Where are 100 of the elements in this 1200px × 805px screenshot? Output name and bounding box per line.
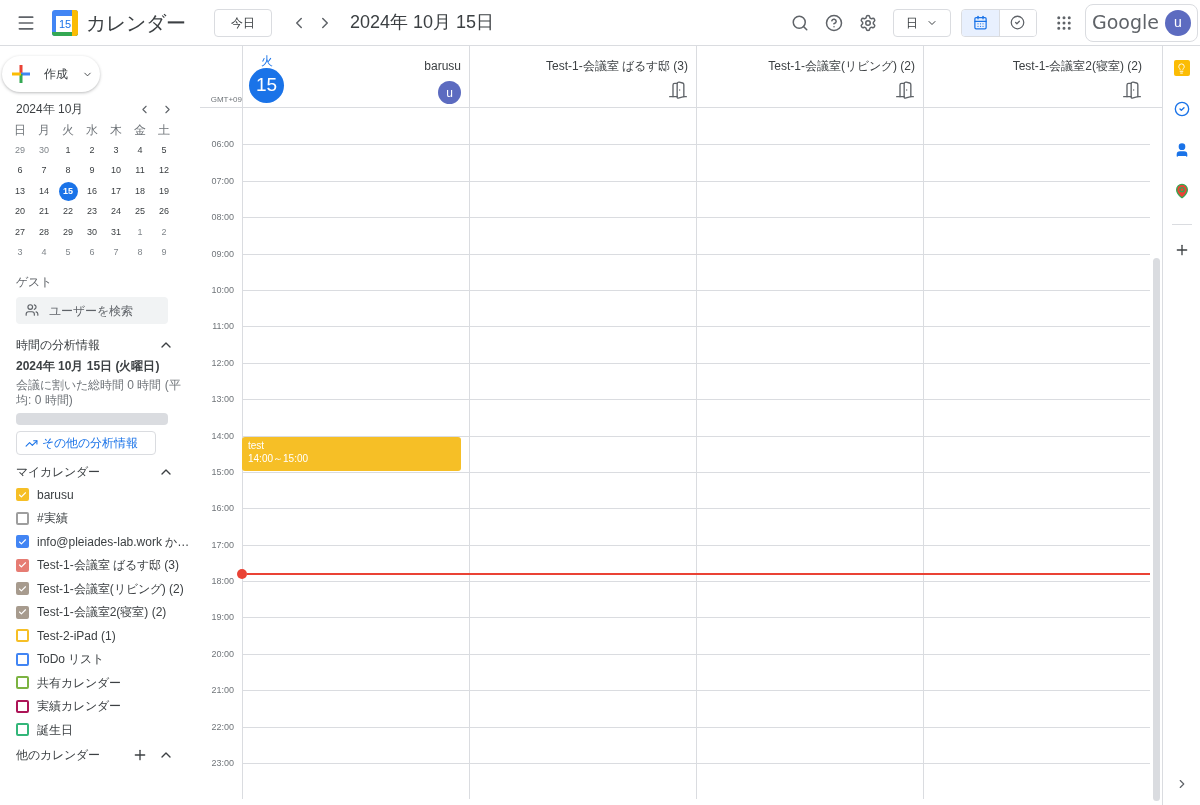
calendar-checkbox[interactable] (16, 723, 29, 737)
mini-calendar-day[interactable]: 7 (34, 161, 54, 181)
mini-calendar-day[interactable]: 25 (130, 202, 150, 222)
check-icon (18, 489, 27, 500)
plus-icon (12, 65, 30, 83)
tasks-app-icon[interactable] (1173, 101, 1190, 117)
calendar-name: 共有カレンダー (37, 674, 121, 692)
search-button[interactable] (791, 13, 809, 32)
account-button[interactable]: Google u (1085, 3, 1198, 42)
calendar-name: Test-1-会議室 ばるす邸 (3) (37, 557, 179, 575)
column-title: Test-1-会議室(リビング) (2) (768, 58, 915, 75)
mini-calendar-day[interactable]: 2 (154, 222, 174, 242)
hour-label: 06:00 (211, 138, 234, 152)
mini-calendar-day[interactable]: 11 (130, 161, 150, 181)
calendar-name: 実績カレンダー (37, 698, 121, 716)
calendar-checkbox[interactable] (16, 511, 29, 525)
weekday-label: 水 (86, 122, 98, 139)
weekday-label: 土 (158, 122, 170, 139)
check-icon (18, 607, 27, 618)
mini-calendar-day[interactable]: 19 (154, 181, 174, 201)
hour-label: 19:00 (211, 611, 234, 625)
mini-calendar-day[interactable]: 18 (130, 181, 150, 201)
scrollbar[interactable] (1152, 258, 1160, 801)
mini-calendar-day[interactable]: 14 (34, 181, 54, 201)
calendar-name: ToDo リスト (37, 651, 105, 669)
weekday-label: 火 (62, 122, 74, 139)
hour-label: 10:00 (211, 283, 234, 297)
hour-label: 08:00 (211, 211, 234, 225)
mini-calendar-day[interactable]: 3 (10, 243, 30, 263)
mini-calendar-day[interactable]: 8 (58, 161, 78, 181)
date-title: 2024年 10月 15日 (350, 11, 495, 34)
today-button[interactable]: 今日 (214, 8, 272, 37)
column-title: barusu (424, 58, 461, 75)
calendar-name: Test-1-会議室2(寝室) (2) (37, 604, 167, 622)
hour-label: 23:00 (211, 757, 234, 771)
calendar-checkbox[interactable] (16, 605, 29, 619)
mini-calendar-day[interactable]: 6 (82, 243, 102, 263)
mini-calendar-day[interactable]: 15 (58, 181, 78, 201)
calendar-name: Test-2-iPad (1) (37, 627, 116, 645)
hour-label: 16:00 (211, 502, 234, 516)
mini-calendar-day[interactable]: 22 (58, 202, 78, 222)
mini-calendar-day[interactable]: 3 (106, 140, 126, 160)
mini-calendar-day[interactable]: 1 (58, 140, 78, 160)
mini-calendar-day[interactable]: 26 (154, 202, 174, 222)
mini-calendar-day[interactable]: 29 (10, 140, 30, 160)
mini-calendar-day[interactable]: 9 (154, 243, 174, 263)
view-select[interactable]: 日 (893, 8, 951, 37)
calendar-checkbox[interactable] (16, 652, 29, 666)
mini-calendar-day[interactable]: 12 (154, 161, 174, 181)
mini-calendar-day[interactable]: 9 (82, 161, 102, 181)
calendar-checkbox[interactable] (16, 676, 29, 690)
mini-calendar-day[interactable]: 1 (130, 222, 150, 242)
event-title: test (248, 438, 266, 452)
mini-calendar-day[interactable]: 24 (106, 202, 126, 222)
people-icon (25, 303, 39, 317)
guests-heading: ゲスト (16, 274, 53, 291)
calendar-logo: 15 (52, 9, 78, 36)
mini-calendar-day[interactable]: 31 (106, 222, 126, 242)
mini-calendar-day[interactable]: 4 (34, 243, 54, 263)
mini-calendar-day[interactable]: 8 (130, 243, 150, 263)
calendar-name: Test-1-会議室(リビング) (2) (37, 580, 184, 598)
mini-calendar-day[interactable]: 5 (154, 140, 174, 160)
hour-label: 14:00 (211, 429, 234, 443)
mini-calendar-day[interactable]: 30 (34, 140, 54, 160)
door-icon (1122, 80, 1142, 100)
mini-calendar-day[interactable]: 13 (10, 181, 30, 201)
calendar-name: info@pleiades-lab.work か… (37, 533, 190, 551)
weekday-label: 日 (14, 122, 26, 139)
mini-calendar-day[interactable]: 27 (10, 222, 30, 242)
mini-calendar-day[interactable]: 29 (58, 222, 78, 242)
mini-calendar-day[interactable]: 17 (106, 181, 126, 201)
mini-calendar-day[interactable]: 28 (34, 222, 54, 242)
calendar-checkbox[interactable] (16, 582, 29, 596)
more-insights-button[interactable]: その他の分析情報 (16, 431, 156, 455)
map-pin-icon[interactable] (1173, 183, 1190, 199)
tasks-view-toggle[interactable] (999, 9, 1036, 36)
mini-calendar-day[interactable]: 6 (10, 161, 30, 181)
calendar-view-toggle[interactable] (962, 9, 999, 36)
guest-search-field[interactable]: ユーザーを検索 (16, 297, 168, 324)
calendar-checkbox[interactable] (16, 699, 29, 713)
calendar-checkbox[interactable] (16, 558, 29, 572)
settings-button[interactable] (859, 13, 877, 32)
mini-calendar-day[interactable]: 21 (34, 202, 54, 222)
mini-calendar-day[interactable]: 5 (58, 243, 78, 263)
mini-calendar-day[interactable]: 30 (82, 222, 102, 242)
calendar-checkbox[interactable] (16, 535, 29, 549)
mini-calendar-day[interactable]: 16 (82, 181, 102, 201)
apps-button[interactable] (1055, 13, 1073, 32)
mini-calendar-day[interactable]: 20 (10, 202, 30, 222)
create-button[interactable]: 作成 (2, 56, 100, 92)
mini-calendar-day[interactable]: 4 (130, 140, 150, 160)
mini-calendar-day[interactable]: 2 (82, 140, 102, 160)
mini-calendar-day[interactable]: 10 (106, 161, 126, 181)
weekday-label: 火 (260, 54, 273, 68)
check-icon (18, 536, 27, 547)
other-calendars-heading: 他のカレンダー (16, 746, 101, 764)
mini-calendar-day[interactable]: 23 (82, 202, 102, 222)
user-avatar: u (438, 81, 461, 104)
mini-calendar-day[interactable]: 7 (106, 243, 126, 263)
help-button[interactable] (825, 13, 843, 32)
